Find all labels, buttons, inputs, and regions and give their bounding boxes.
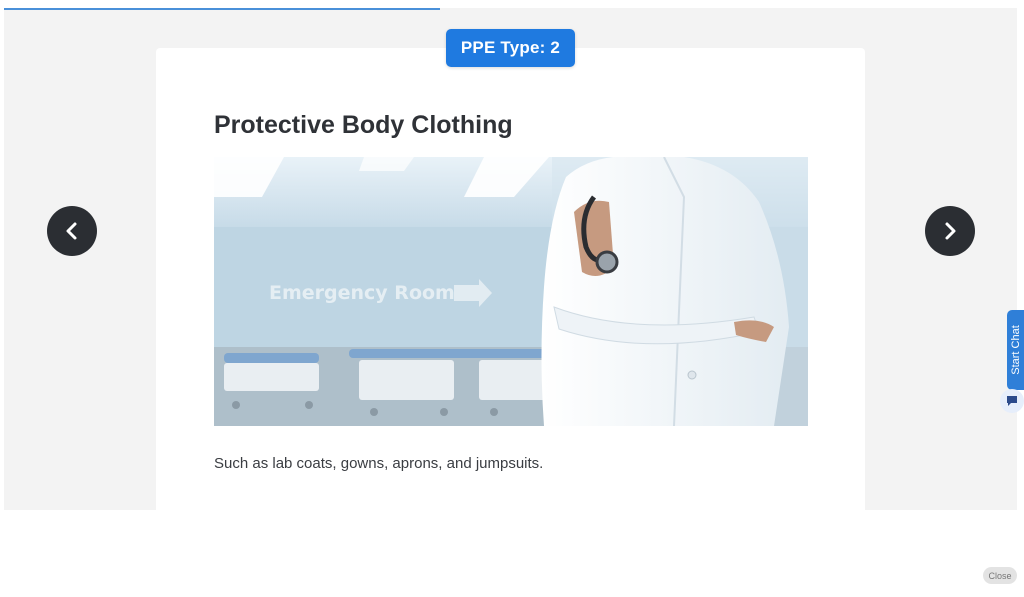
progress-fill <box>4 8 440 10</box>
slide-title: Protective Body Clothing <box>214 111 513 139</box>
ppe-type-badge: PPE Type: 2 <box>446 29 575 67</box>
close-button[interactable]: Close <box>983 567 1017 584</box>
start-chat-label: Start Chat <box>1009 325 1022 375</box>
chat-launcher-button[interactable] <box>1000 389 1024 413</box>
slide-card: Protective Body Clothing Emergency Room … <box>156 48 865 510</box>
progress-bar <box>4 8 1017 10</box>
next-slide-button[interactable] <box>925 206 975 256</box>
start-chat-tab[interactable]: Start Chat <box>1007 310 1024 390</box>
chevron-right-icon <box>945 222 956 240</box>
slide-caption: Such as lab coats, gowns, aprons, and ju… <box>214 455 544 472</box>
chat-icon <box>1007 396 1017 406</box>
emergency-room-sign: Emergency Room <box>269 282 455 304</box>
previous-slide-button[interactable] <box>47 206 97 256</box>
slide-image: Emergency Room <box>214 157 808 426</box>
chevron-left-icon <box>66 222 77 240</box>
doctor-emergency-room-illustration: Emergency Room <box>214 157 808 426</box>
slide-stage: Protective Body Clothing Emergency Room … <box>4 8 1017 510</box>
